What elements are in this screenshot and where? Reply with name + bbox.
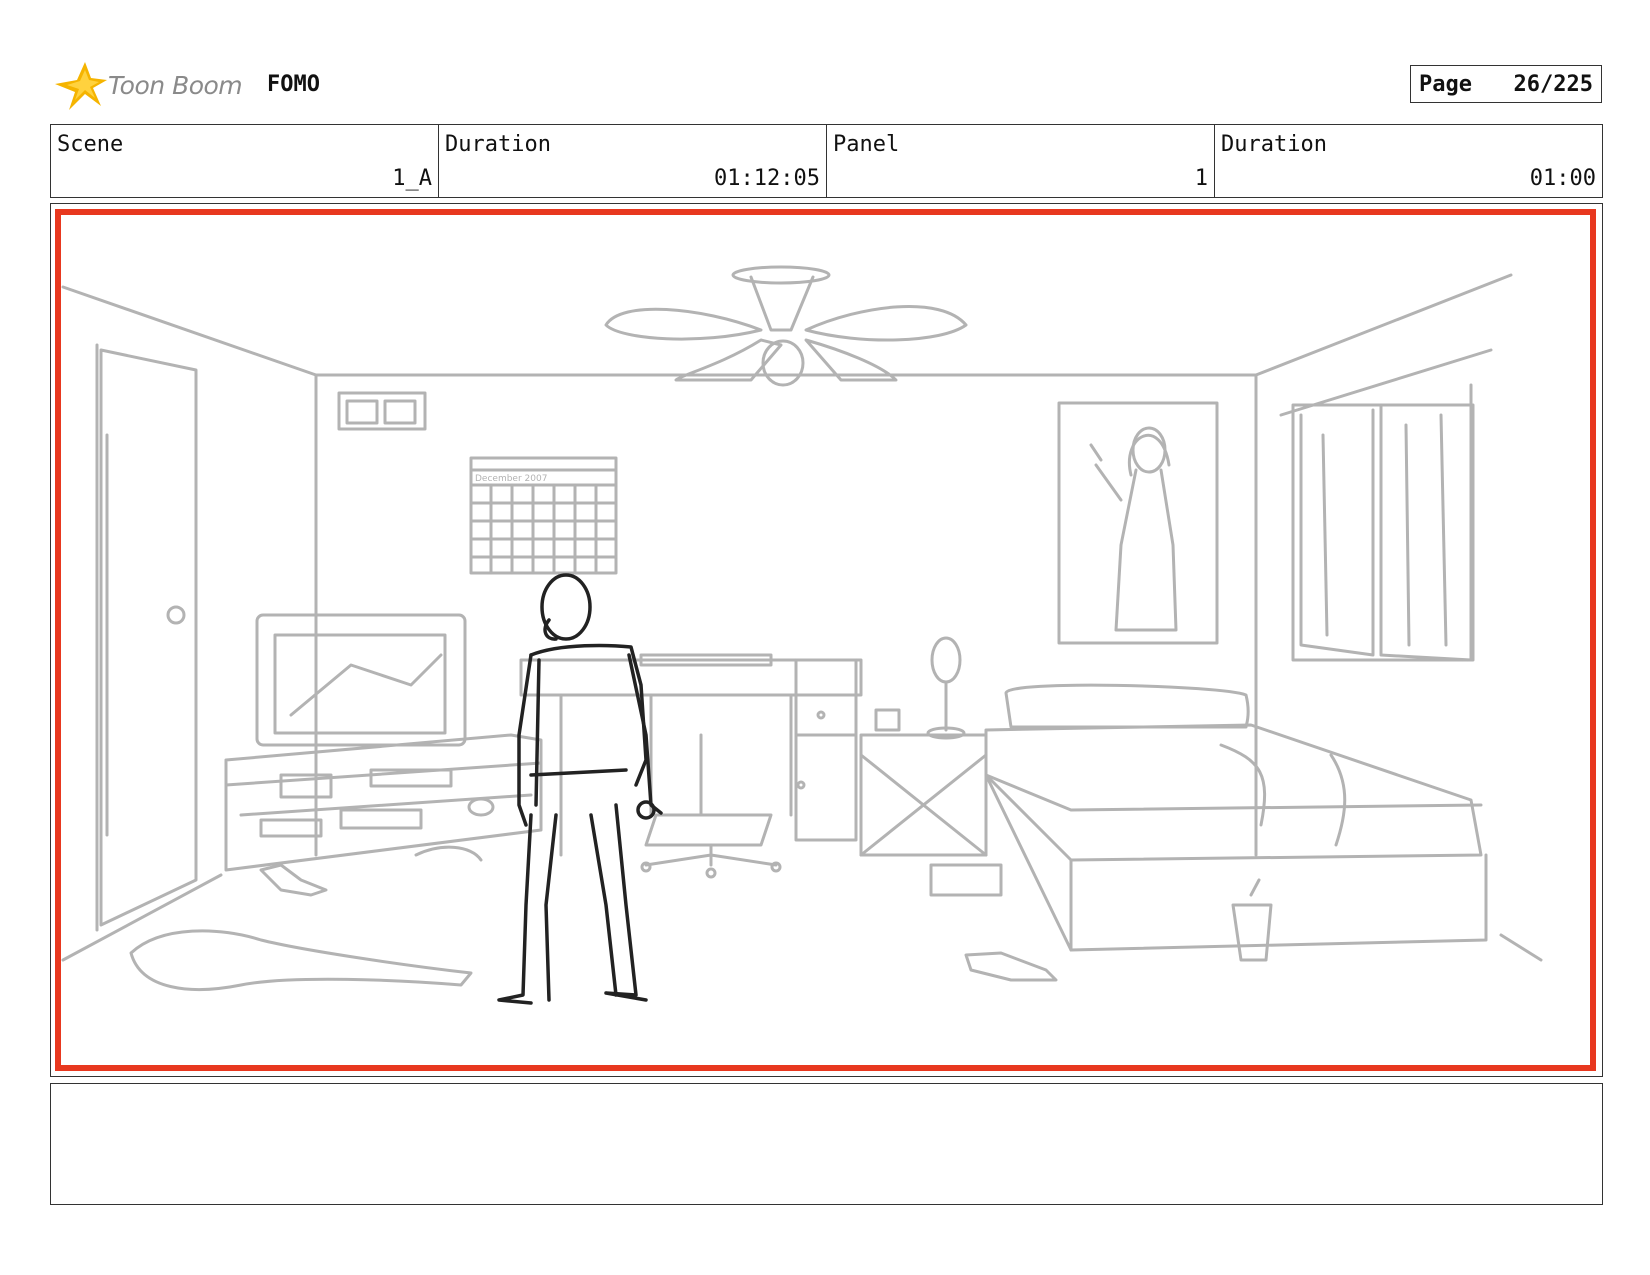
- toon-boom-logo: Toon Boom: [55, 58, 255, 112]
- desk-chair: [640, 813, 782, 879]
- panel-label: Panel: [833, 132, 900, 157]
- ceiling-fan: [604, 265, 968, 387]
- panel-value: 1: [1194, 166, 1208, 191]
- rock-poster: [1057, 401, 1219, 645]
- bed: [984, 683, 1488, 952]
- starburst-icon: [55, 62, 107, 110]
- bedroom-sketch: December 2007: [61, 265, 1543, 1005]
- window-curtains: [1279, 348, 1493, 662]
- panel-duration-label: Duration: [1221, 132, 1327, 157]
- tv: [255, 608, 467, 747]
- project-title: FOMO: [267, 72, 320, 97]
- calendar-month-text: December 2007: [475, 474, 547, 484]
- wall-vent: [337, 391, 427, 431]
- page-number: 26/225: [1513, 71, 1593, 97]
- panel-cell: Panel 1: [826, 125, 1214, 197]
- logo-wordmark: Toon Boom: [108, 71, 243, 100]
- tv-stand: [224, 733, 543, 872]
- page-indicator: Page 26/225: [1410, 65, 1602, 103]
- panel-duration-value: 01:00: [1529, 166, 1596, 191]
- panel-duration-cell: Duration 01:00: [1214, 125, 1602, 197]
- scene-cell: Scene 1_A: [51, 125, 438, 197]
- scene-duration-label: Duration: [445, 132, 551, 157]
- storyboard-panel-image[interactable]: December 2007: [55, 209, 1596, 1071]
- scene-label: Scene: [57, 132, 124, 157]
- panel-info-bar: Scene 1_A Duration 01:12:05 Panel 1 Dura…: [50, 124, 1603, 198]
- floor-clutter: [129, 845, 1273, 991]
- nightstand: [859, 636, 988, 857]
- scene-duration-value: 01:12:05: [714, 166, 820, 191]
- page-label: Page: [1419, 71, 1472, 97]
- panel-notes-box[interactable]: [50, 1083, 1603, 1205]
- scene-value: 1_A: [392, 166, 432, 191]
- scene-duration-cell: Duration 01:12:05: [438, 125, 826, 197]
- character-sketch: [497, 573, 663, 1005]
- door: [95, 343, 198, 932]
- desk: [519, 653, 863, 857]
